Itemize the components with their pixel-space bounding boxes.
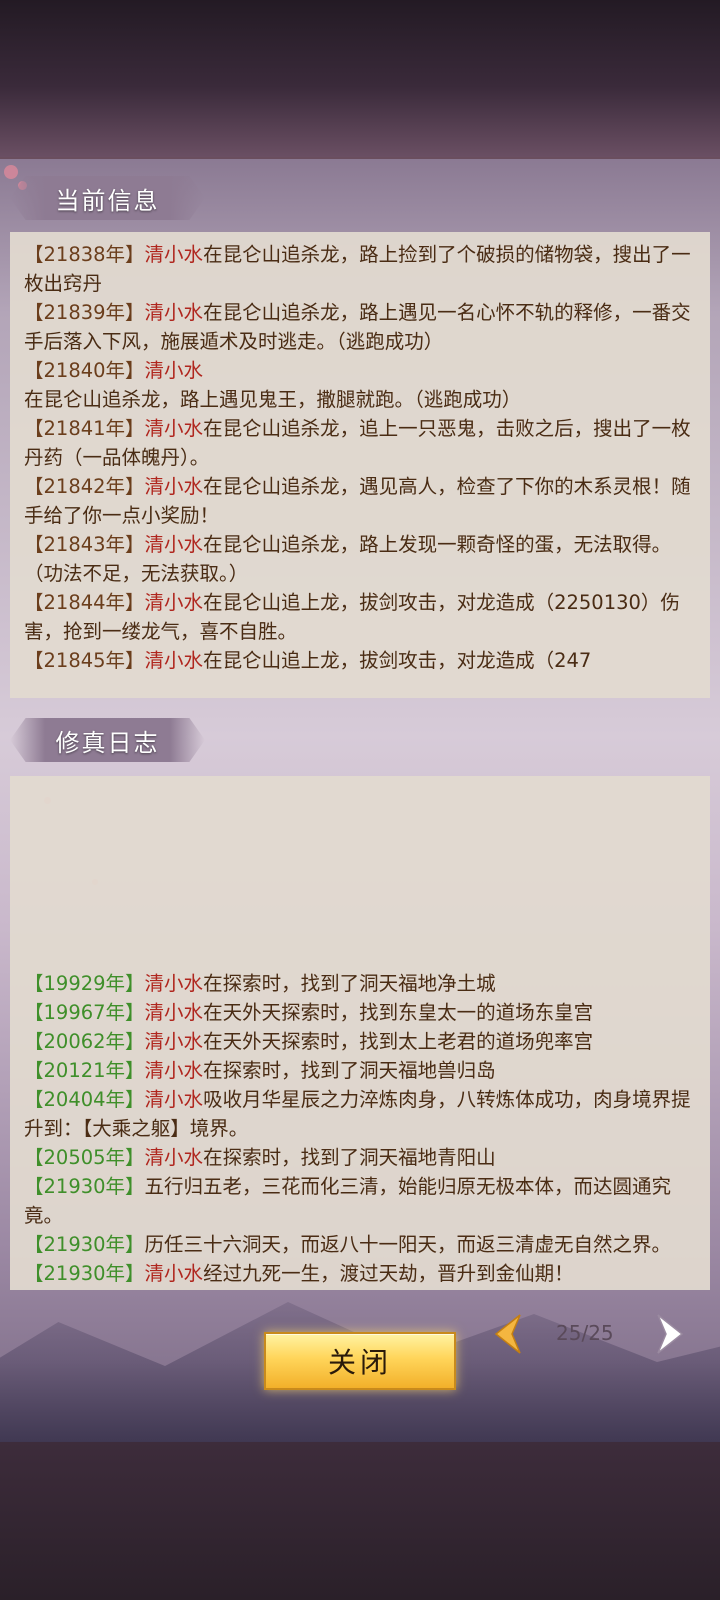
entry-text: 在探索时，找到了洞天福地兽归岛 xyxy=(203,1059,496,1082)
entry-year: 【20121年】 xyxy=(24,1059,145,1082)
current-info-header: 当前信息 xyxy=(10,176,205,220)
entry-character-name: 清小水 xyxy=(144,591,204,614)
log-entry: 【20404年】清小水吸收月华星辰之力淬炼肉身，八转炼体成功，肉身境界提升到：【… xyxy=(24,1085,696,1143)
bottom-backdrop xyxy=(0,1442,720,1600)
top-backdrop xyxy=(0,0,720,157)
log-entry: 【21930年】历任三十六洞天，而返八十一阳天，而返三清虚无自然之界。 xyxy=(24,1230,696,1259)
entry-character-name: 清小水 xyxy=(144,1088,204,1111)
current-info-list[interactable]: 【21838年】清小水在昆仑山追杀龙，路上捡到了个破损的储物袋，搜出了一枚出窍丹… xyxy=(10,232,710,698)
entry-year: 【21844年】 xyxy=(24,591,145,614)
entry-character-name: 清小水 xyxy=(144,359,204,382)
entry-character-name: 清小水 xyxy=(144,475,204,498)
entry-year: 【21930年】 xyxy=(24,1175,145,1198)
entry-character-name: 清小水 xyxy=(144,301,204,324)
entry-text: 经过九死一生，渡过天劫，晋升到金仙期！ xyxy=(203,1262,574,1285)
entry-year: 【21845年】 xyxy=(24,649,145,672)
cultivation-log-header: 修真日志 xyxy=(10,718,205,762)
log-entry: 【21930年】清小水经过九死一生，渡过天劫，晋升到金仙期！ xyxy=(24,1259,696,1288)
entry-text: 在天外天探索时，找到太上老君的道场兜率宫 xyxy=(203,1030,594,1053)
entry-character-name: 清小水 xyxy=(144,649,204,672)
entry-year: 【21838年】 xyxy=(24,243,145,266)
entry-character-name: 清小水 xyxy=(144,1146,204,1169)
entry-year: 【21840年】 xyxy=(24,359,145,382)
entry-year: 【19967年】 xyxy=(24,1001,145,1024)
entry-text: 在探索时，找到了洞天福地青阳山 xyxy=(203,1146,496,1169)
entry-year: 【20505年】 xyxy=(24,1146,145,1169)
entry-text: 在探索时，找到了洞天福地净土城 xyxy=(203,972,496,995)
log-entry: 【21838年】清小水在昆仑山追杀龙，路上捡到了个破损的储物袋，搜出了一枚出窍丹 xyxy=(24,240,696,298)
log-entry: 【20505年】清小水在探索时，找到了洞天福地青阳山 xyxy=(24,1143,696,1172)
entry-character-name: 清小水 xyxy=(144,1059,204,1082)
entry-year: 【21841年】 xyxy=(24,417,145,440)
entry-text: 在昆仑山追上龙，拔剑攻击，对龙造成（247 xyxy=(203,649,592,672)
log-entry: 【21844年】清小水在昆仑山追上龙，拔剑攻击，对龙造成（2250130）伤害，… xyxy=(24,588,696,646)
log-entry: 【20121年】清小水在探索时，找到了洞天福地兽归岛 xyxy=(24,1056,696,1085)
entry-year: 【21930年】 xyxy=(24,1233,145,1256)
log-entry: 【19967年】清小水在天外天探索时，找到东皇太一的道场东皇宫 xyxy=(24,998,696,1027)
log-entry: 【21839年】清小水在昆仑山追杀龙，路上遇见一名心怀不轨的释修，一番交手后落入… xyxy=(24,298,696,356)
chevron-left-icon xyxy=(494,1314,521,1354)
entry-character-name: 清小水 xyxy=(144,417,204,440)
entry-character-name: 清小水 xyxy=(144,972,204,995)
log-entry: 【21843年】清小水在昆仑山追杀龙，路上发现一颗奇怪的蛋，无法取得。（功法不足… xyxy=(24,530,696,588)
entry-text: 在昆仑山追杀龙，路上遇见鬼王，撒腿就跑。（逃跑成功） xyxy=(24,388,522,411)
entry-character-name: 清小水 xyxy=(144,533,204,556)
entry-year: 【19929年】 xyxy=(24,972,145,995)
log-entry: 【21842年】清小水在昆仑山追杀龙，遇见高人，检查了下你的木系灵根！随手给了你… xyxy=(24,472,696,530)
chevron-right-icon xyxy=(657,1314,684,1354)
entry-character-name: 清小水 xyxy=(144,243,204,266)
entry-year: 【21843年】 xyxy=(24,533,145,556)
page-indicator: 25/25 xyxy=(556,1321,614,1345)
cultivation-log-title: 修真日志 xyxy=(55,728,160,757)
log-entry: 【21845年】清小水在昆仑山追上龙，拔剑攻击，对龙造成（247 xyxy=(24,646,696,675)
entry-text: 历任三十六洞天，而返八十一阳天，而返三清虚无自然之界。 xyxy=(144,1233,672,1256)
entry-year: 【20404年】 xyxy=(24,1088,145,1111)
cultivation-log-list[interactable]: 【19929年】清小水在探索时，找到了洞天福地净土城 【19967年】清小水在天外… xyxy=(10,776,710,1290)
prev-page-button[interactable] xyxy=(488,1312,528,1356)
entry-character-name: 清小水 xyxy=(144,1262,204,1285)
entry-character-name: 清小水 xyxy=(144,1001,204,1024)
entry-year: 【21842年】 xyxy=(24,475,145,498)
entry-character-name: 清小水 xyxy=(144,1030,204,1053)
log-entry: 【19929年】清小水在探索时，找到了洞天福地净土城 xyxy=(24,969,696,998)
entry-year: 【21930年】 xyxy=(24,1262,145,1285)
entry-text: 在天外天探索时，找到东皇太一的道场东皇宫 xyxy=(203,1001,594,1024)
close-button[interactable]: 关闭 xyxy=(264,1332,456,1390)
log-entry: 【21840年】清小水在昆仑山追杀龙，路上遇见鬼王，撒腿就跑。（逃跑成功） xyxy=(24,356,696,414)
current-info-title: 当前信息 xyxy=(55,186,160,215)
log-entry: 【21930年】五行归五老，三花而化三清，始能归原无极本体，而达圆通究竟。 xyxy=(24,1172,696,1230)
log-entry: 【21841年】清小水在昆仑山追杀龙，追上一只恶鬼，击败之后，搜出了一枚丹药（一… xyxy=(24,414,696,472)
entry-year: 【21839年】 xyxy=(24,301,145,324)
entry-year: 【20062年】 xyxy=(24,1030,145,1053)
log-entry: 【20062年】清小水在天外天探索时，找到太上老君的道场兜率宫 xyxy=(24,1027,696,1056)
next-page-button[interactable] xyxy=(650,1312,690,1356)
